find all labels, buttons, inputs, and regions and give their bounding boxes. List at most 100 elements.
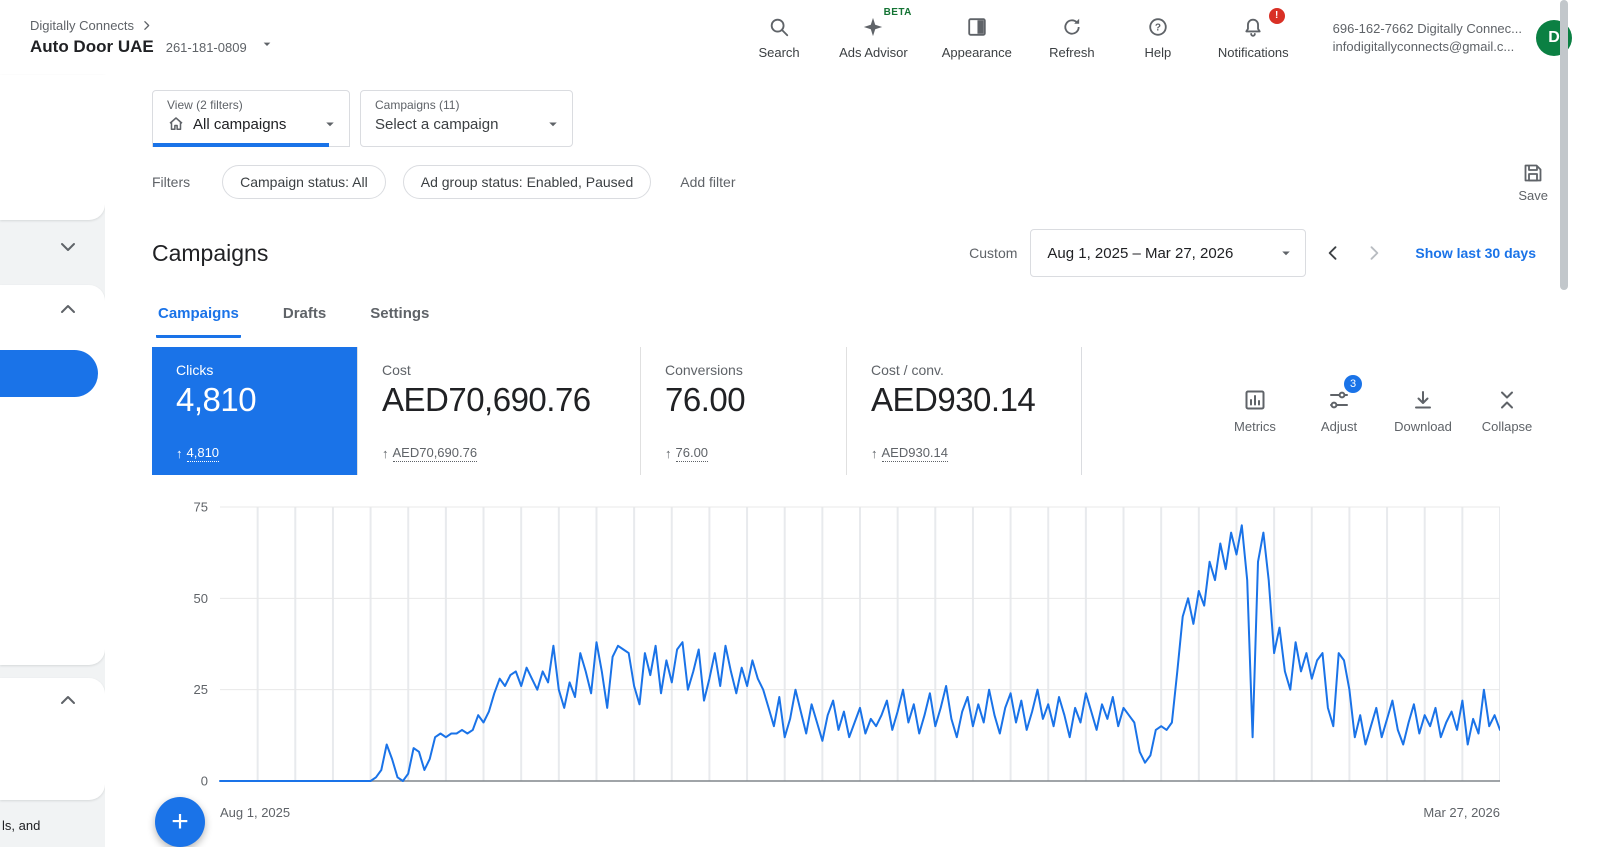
account-caret-icon bbox=[259, 36, 275, 52]
refresh-button[interactable]: Refresh bbox=[1046, 16, 1098, 60]
chevron-down-icon bbox=[321, 115, 339, 133]
metrics-button[interactable]: Metrics bbox=[1224, 388, 1286, 434]
save-icon bbox=[1521, 161, 1545, 185]
adjust-count-badge: 3 bbox=[1344, 375, 1362, 393]
top-app-bar: Digitally Connects Auto Door UAE 261-181… bbox=[0, 0, 1600, 75]
previous-period-button[interactable] bbox=[1319, 239, 1347, 267]
campaign-selector[interactable]: Campaigns (11) Select a campaign bbox=[360, 90, 573, 147]
date-range-group: Custom Aug 1, 2025 – Mar 27, 2026 Show l… bbox=[969, 229, 1536, 277]
metrics-icon bbox=[1243, 388, 1267, 412]
next-period-button[interactable] bbox=[1360, 239, 1388, 267]
date-range-value: Aug 1, 2025 – Mar 27, 2026 bbox=[1047, 244, 1234, 262]
svg-text:0: 0 bbox=[201, 774, 208, 789]
search-button[interactable]: Search bbox=[753, 16, 805, 60]
rail-panel-middle bbox=[0, 285, 105, 665]
active-nav-item-pill[interactable] bbox=[0, 350, 98, 397]
active-selector-underline bbox=[153, 143, 330, 147]
appearance-button[interactable]: Appearance bbox=[942, 16, 1012, 60]
profile-text: 696-162-7662 Digitally Connec... infodig… bbox=[1333, 20, 1522, 56]
left-navigation-rail: ls, and bbox=[0, 75, 105, 847]
chart-tools: Metrics 3 Adjust Download Collapse bbox=[1081, 347, 1540, 475]
home-icon bbox=[167, 115, 185, 133]
svg-text:50: 50 bbox=[194, 591, 208, 606]
chevron-up-icon[interactable] bbox=[56, 297, 80, 321]
page-title: Campaigns bbox=[152, 239, 269, 266]
download-button[interactable]: Download bbox=[1392, 388, 1454, 434]
campaigns-tabs: Campaigns Drafts Settings bbox=[152, 299, 1600, 338]
help-button[interactable]: ? Help bbox=[1132, 16, 1184, 60]
collapse-button[interactable]: Collapse bbox=[1476, 388, 1538, 434]
rail-panel-bottom bbox=[0, 678, 105, 800]
x-axis-end-label: Mar 27, 2026 bbox=[1423, 805, 1500, 820]
svg-text:75: 75 bbox=[194, 500, 208, 515]
svg-text:25: 25 bbox=[194, 682, 208, 697]
collapse-icon bbox=[1495, 388, 1519, 412]
page-header: Campaigns Custom Aug 1, 2025 – Mar 27, 2… bbox=[152, 229, 1600, 277]
svg-text:?: ? bbox=[1155, 22, 1161, 33]
date-range-selector[interactable]: Aug 1, 2025 – Mar 27, 2026 bbox=[1030, 229, 1307, 277]
campaign-selector-value: Select a campaign bbox=[375, 115, 499, 133]
up-arrow-icon: ↑ bbox=[382, 446, 389, 461]
chevron-up-icon[interactable] bbox=[56, 688, 80, 712]
up-arrow-icon: ↑ bbox=[176, 446, 183, 461]
search-icon bbox=[768, 16, 790, 38]
account-name: Auto Door UAE bbox=[30, 37, 154, 56]
notification-badge: ! bbox=[1268, 7, 1285, 24]
breadcrumb-chevron-icon bbox=[140, 19, 153, 32]
account-id: 261-181-0809 bbox=[165, 40, 247, 55]
notifications-button[interactable]: ! Notifications bbox=[1218, 7, 1289, 60]
account-block: Digitally Connects Auto Door UAE 261-181… bbox=[30, 18, 360, 57]
selector-row: View (2 filters) All campaigns Campaigns… bbox=[152, 90, 1600, 147]
view-selector-label: View (2 filters) bbox=[167, 98, 243, 112]
vertical-scrollbar-thumb[interactable] bbox=[1560, 0, 1568, 290]
main-content: View (2 filters) All campaigns Campaigns… bbox=[105, 75, 1600, 847]
adjust-button[interactable]: 3 Adjust bbox=[1308, 375, 1370, 434]
add-campaign-fab[interactable]: + bbox=[155, 797, 205, 847]
header-nav: Search BETA Ads Advisor Appearance Refre… bbox=[753, 7, 1289, 60]
appearance-icon bbox=[966, 16, 988, 38]
timeseries-chart: 0 25 50 75 Aug 1, 2025 Mar 27, 2026 bbox=[152, 495, 1600, 825]
up-arrow-icon: ↑ bbox=[665, 446, 672, 461]
date-mode-label: Custom bbox=[969, 245, 1018, 261]
refresh-icon bbox=[1061, 16, 1083, 38]
clicks-timeseries-svg: 0 25 50 75 Aug 1, 2025 Mar 27, 2026 bbox=[194, 500, 1500, 820]
profile-email-line: infodigitallyconnects@gmail.c... bbox=[1332, 38, 1515, 54]
scorecard-conversions[interactable]: Conversions 76.00 ↑ 76.00 bbox=[640, 347, 846, 475]
beta-badge: BETA bbox=[883, 6, 912, 18]
filter-chip-ad-group-status[interactable]: Ad group status: Enabled, Paused bbox=[402, 165, 652, 199]
scorecard-cost-per-conv[interactable]: Cost / conv. AED930.14 ↑ AED930.14 bbox=[846, 347, 1081, 475]
account-selector[interactable]: Auto Door UAE 261-181-0809 bbox=[30, 36, 360, 57]
view-selector-value: All campaigns bbox=[193, 115, 287, 133]
filter-chip-campaign-status[interactable]: Campaign status: All bbox=[222, 165, 386, 199]
up-arrow-icon: ↑ bbox=[871, 446, 878, 461]
add-filter-button[interactable]: Add filter bbox=[680, 174, 735, 190]
bell-icon bbox=[1242, 16, 1264, 38]
save-label: Save bbox=[1518, 188, 1548, 203]
tab-campaigns[interactable]: Campaigns bbox=[156, 299, 241, 338]
y-axis-tick-labels: 0 25 50 75 bbox=[194, 500, 208, 789]
filters-row: Filters Campaign status: All Ad group st… bbox=[152, 161, 1600, 203]
show-last-30-days-link[interactable]: Show last 30 days bbox=[1415, 245, 1536, 261]
tab-settings[interactable]: Settings bbox=[368, 299, 431, 338]
tab-drafts[interactable]: Drafts bbox=[281, 299, 328, 338]
x-axis-start-label: Aug 1, 2025 bbox=[220, 805, 290, 820]
sparkle-icon bbox=[862, 16, 884, 38]
profile-account-line: 696-162-7662 Digitally Connec... bbox=[1332, 20, 1522, 36]
view-selector[interactable]: View (2 filters) All campaigns bbox=[152, 90, 350, 147]
rail-panel-top bbox=[0, 75, 105, 220]
save-button[interactable]: Save bbox=[1518, 161, 1548, 203]
chevron-down-icon[interactable] bbox=[56, 235, 80, 259]
download-icon bbox=[1411, 388, 1435, 412]
campaign-selector-label: Campaigns (11) bbox=[375, 98, 460, 112]
rail-cut-off-text: ls, and bbox=[2, 818, 41, 833]
plus-icon: + bbox=[171, 805, 189, 838]
scorecard-cost[interactable]: Cost AED70,690.76 ↑ AED70,690.76 bbox=[357, 347, 640, 475]
help-icon: ? bbox=[1147, 16, 1169, 38]
breadcrumb[interactable]: Digitally Connects bbox=[30, 18, 134, 33]
chevron-down-icon bbox=[544, 115, 562, 133]
scorecard-clicks[interactable]: Clicks 4,810 ↑ 4,810 bbox=[152, 347, 357, 475]
profile-block[interactable]: 696-162-7662 Digitally Connec... infodig… bbox=[1333, 19, 1572, 56]
google-ads-app: Digitally Connects Auto Door UAE 261-181… bbox=[0, 0, 1600, 847]
scorecards-row: Clicks 4,810 ↑ 4,810 Cost AED70,690.76 ↑ A… bbox=[152, 347, 1540, 475]
ads-advisor-button[interactable]: BETA Ads Advisor bbox=[839, 7, 911, 60]
